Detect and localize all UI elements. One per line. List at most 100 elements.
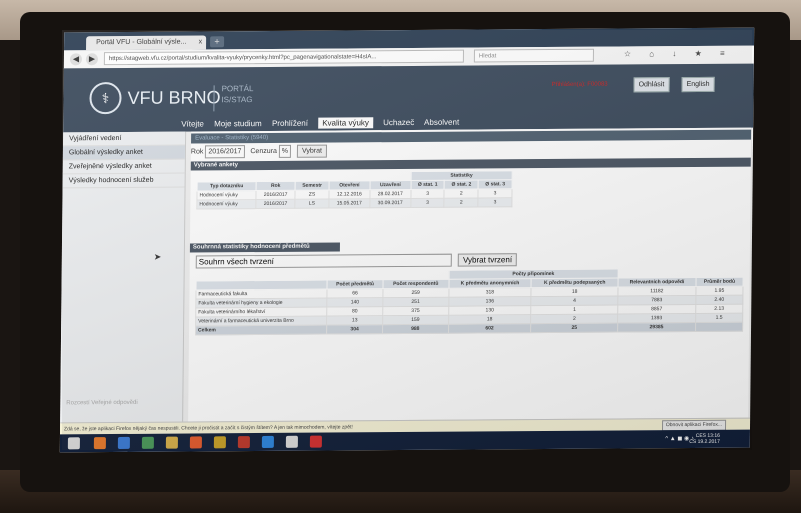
summary-cell: 1.5 bbox=[695, 313, 743, 323]
app-icon-1[interactable] bbox=[93, 437, 106, 450]
survey-cell: 2 bbox=[444, 189, 479, 199]
start-icon[interactable] bbox=[67, 437, 80, 450]
english-button[interactable]: English bbox=[681, 76, 715, 93]
survey-cell: Hodnocení výuky bbox=[196, 190, 257, 200]
select-statement-button[interactable]: Vybrat tvrzení bbox=[457, 253, 518, 267]
survey-cell: 12.12.2016 bbox=[328, 189, 370, 200]
app-icon-6[interactable] bbox=[237, 436, 250, 449]
app-icon-2[interactable] bbox=[117, 436, 130, 450]
laptop-screen: Portál VFU - Globální výsle... x + ◀ ▶ h… bbox=[59, 27, 755, 453]
survey-cell: Hodnocení výuky bbox=[196, 199, 257, 209]
menu-item-prohlizeni[interactable]: Prohlížení bbox=[272, 119, 308, 128]
summary-filter: Souhrn všech tvrzení Vybrat tvrzení bbox=[195, 253, 518, 269]
url-bar[interactable]: https://stagweb.vfu.cz/portal/studium/kv… bbox=[103, 49, 464, 66]
menu-item-uchazec[interactable]: Uchazeč bbox=[383, 118, 414, 127]
pdf-icon[interactable] bbox=[309, 435, 322, 448]
summary-total-cell: 602 bbox=[448, 323, 532, 334]
app-icon-3[interactable] bbox=[141, 436, 154, 449]
menu-item-vitejte[interactable]: Vítejte bbox=[181, 119, 204, 128]
survey-cell: 3 bbox=[410, 198, 445, 208]
menu-item-kvalita-vyuky[interactable]: Kvalita výuky bbox=[318, 117, 373, 129]
survey-cell: LS bbox=[295, 199, 329, 209]
survey-cell: 2016/2017 bbox=[256, 190, 296, 200]
survey-cell: 30.09.2017 bbox=[369, 198, 411, 208]
summary-cell: 251 bbox=[382, 297, 449, 307]
summary-header-2: Počet respondentů bbox=[382, 279, 449, 289]
summary-total-cell: 29385 bbox=[617, 322, 696, 333]
browser-tab[interactable]: Portál VFU - Globální výsle... x bbox=[86, 35, 207, 51]
toolbar-icons[interactable]: ☆ ⌂ ↓ ★ ≡ bbox=[624, 49, 733, 59]
edge-icon[interactable] bbox=[261, 435, 274, 448]
sidebar-item-sluzby[interactable]: Výsledky hodnocení služeb bbox=[62, 173, 185, 189]
summary-cell: 80 bbox=[326, 306, 383, 317]
year-label: Rok bbox=[190, 148, 204, 156]
summary-total-cell: 988 bbox=[382, 324, 449, 334]
firefox-taskbar-icon[interactable] bbox=[189, 436, 202, 449]
survey-header-6: Ø stat. 2 bbox=[444, 180, 479, 190]
menu-item-absolvent[interactable]: Absolvent bbox=[424, 118, 459, 127]
sidebar-item-globalni[interactable]: Globální výsledky anket bbox=[62, 145, 186, 161]
mouse-cursor-icon: ➤ bbox=[153, 251, 162, 262]
tab-close-icon[interactable]: x bbox=[199, 35, 203, 49]
summary-total-cell: Celkem bbox=[195, 325, 327, 335]
sidebar: Vyjádření vedení Globální výsledky anket… bbox=[60, 131, 187, 423]
summary-total-cell: 304 bbox=[326, 324, 383, 335]
tab-title: Portál VFU - Globální výsle... bbox=[96, 38, 187, 47]
year-select[interactable]: 2016/2017 bbox=[205, 145, 245, 159]
summary-total-cell: 25 bbox=[530, 323, 618, 333]
summary-cell: 13 bbox=[326, 315, 383, 326]
survey-cell: 3 bbox=[478, 197, 512, 208]
sidebar-item-zverejnene[interactable]: Zveřejněné výsledky anket bbox=[62, 159, 185, 175]
survey-cell: 28.02.2017 bbox=[369, 189, 411, 199]
forward-icon[interactable]: ▶ bbox=[85, 53, 98, 66]
summary-cell: 159 bbox=[382, 315, 449, 325]
summary-cell: 66 bbox=[327, 288, 383, 299]
new-tab-button[interactable]: + bbox=[210, 36, 225, 48]
summary-cell: 1.95 bbox=[695, 286, 743, 296]
app-icon-5[interactable] bbox=[213, 436, 226, 449]
survey-header-2: Semestr bbox=[295, 181, 330, 191]
brand-name: VFU BRNO bbox=[127, 87, 221, 108]
back-icon[interactable]: ◀ bbox=[69, 53, 82, 66]
survey-header-7: Ø stat. 3 bbox=[478, 179, 513, 190]
summary-cell: 2.40 bbox=[695, 295, 743, 305]
menu-item-moje-studium[interactable]: Moje studium bbox=[214, 119, 262, 128]
survey-header-3: Otevření bbox=[328, 180, 370, 191]
summary-total-cell bbox=[695, 322, 743, 332]
surveys-section-title: Vybrané ankety bbox=[190, 157, 751, 171]
lang2: CS bbox=[689, 438, 697, 446]
clock[interactable]: CES 13:16 CS 19.2.2017 bbox=[689, 433, 720, 445]
statement-select[interactable]: Souhrn všech tvrzení bbox=[195, 253, 452, 269]
summary-cell: 2.13 bbox=[695, 304, 743, 314]
survey-cell: 15.05.2017 bbox=[328, 198, 370, 209]
survey-cell: 2016/2017 bbox=[255, 199, 296, 209]
evaluation-title: Evaluace - Statistiky (5940) bbox=[191, 129, 752, 144]
summary-cell: 140 bbox=[326, 297, 383, 308]
sidebar-item-vyjadreni[interactable]: Vyjádření vedení bbox=[63, 131, 186, 147]
survey-header-4: Uzavření bbox=[369, 180, 411, 190]
survey-header-0: Typ dotazníku bbox=[197, 181, 257, 191]
login-note: Přihlášen(a): F00083 bbox=[551, 81, 608, 89]
main-content: Evaluace - Statistiky (5940) Rok 2016/20… bbox=[188, 127, 752, 422]
logout-button[interactable]: Odhlásit bbox=[633, 77, 670, 93]
summary-cell: 375 bbox=[382, 306, 449, 316]
surveys-table: Statistiky Typ dotazníku Rok Semestr Otevře… bbox=[196, 170, 513, 209]
notification-text: Zdá se, že jste aplikaci Firefox nějaký … bbox=[64, 424, 353, 433]
concept-select[interactable]: % bbox=[278, 144, 292, 158]
survey-row: Hodnocení výuky 2016/2017 LS 15.05.2017 30.0… bbox=[196, 197, 512, 209]
survey-cell: 3 bbox=[410, 189, 445, 199]
survey-cell: 2 bbox=[444, 198, 479, 208]
summary-section-title: Souhrnná statistiky hodnocení předmětů bbox=[189, 242, 340, 253]
sidebar-footer: Rozcestí Veřejné odpovědi bbox=[66, 399, 138, 407]
search-input[interactable]: Hledat bbox=[473, 48, 594, 63]
portal-header: ⚕ VFU BRNO PORTÁL IS/STAG Přihlášen(a): … bbox=[63, 63, 754, 133]
survey-cell: 3 bbox=[478, 188, 513, 199]
summary-header-1: Počet předmětů bbox=[327, 279, 384, 290]
app-icon-4[interactable] bbox=[165, 436, 178, 449]
portal-title: PORTÁL IS/STAG bbox=[221, 83, 253, 105]
select-button[interactable]: Vybrat bbox=[296, 144, 328, 158]
summary-table: Počty připomínek Počet předmětů Počet res… bbox=[195, 268, 744, 336]
portal-line1: PORTÁL bbox=[221, 84, 254, 94]
summary-header-6: Průměr bodů bbox=[695, 277, 744, 287]
store-icon[interactable] bbox=[285, 435, 298, 448]
